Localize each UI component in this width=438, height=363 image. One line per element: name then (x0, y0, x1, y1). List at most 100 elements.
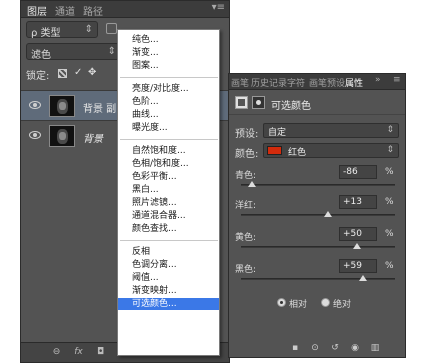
menu-separator (120, 139, 218, 140)
preset-label: 预设: (235, 129, 259, 140)
trash-icon[interactable]: ▥ (369, 343, 381, 354)
visibility-eye-icon[interactable] (29, 101, 41, 109)
collapse-icon[interactable]: » (375, 75, 381, 85)
visibility-eye-icon[interactable]: ◉ (349, 343, 361, 354)
slider-value-input[interactable]: +13 (339, 195, 377, 209)
slider-track[interactable] (241, 246, 395, 248)
slider-thumb[interactable] (247, 181, 256, 187)
adjustment-layer-icon (235, 96, 248, 109)
slider-unit: % (385, 261, 394, 271)
menu-item[interactable]: 渐变... (118, 47, 219, 59)
mask-icon[interactable]: ◘ (95, 347, 106, 358)
layer-name: 背景 副 (83, 104, 117, 115)
menu-item[interactable]: 色相/饱和度... (118, 158, 219, 170)
tab-character[interactable]: 字符 (287, 76, 305, 89)
menu-item[interactable]: 曲线... (118, 109, 219, 121)
absolute-label: 绝对 (333, 300, 352, 310)
brush-lock-icon[interactable]: ✓ (74, 67, 82, 78)
tab-brush-presets[interactable]: 画笔预设 (309, 76, 345, 89)
slider-value-input[interactable]: +59 (339, 259, 377, 273)
menu-item[interactable]: 通道混合器... (118, 210, 219, 222)
chevron-updown-icon: ⇕ (107, 46, 116, 57)
adjustment-layer-menu: 纯色... 渐变... 图案... 亮度/对比度... 色阶... 曲线... 曝光度...… (117, 29, 220, 356)
lock-transparency-icon[interactable] (58, 69, 67, 78)
menu-item[interactable]: 色彩平衡... (118, 171, 219, 183)
menu-item[interactable]: 可选颜色... (118, 298, 219, 310)
clip-to-layer-icon[interactable]: ▪ (289, 343, 301, 354)
chevron-updown-icon: ⇕ (386, 125, 394, 135)
slider-label: 黄色: (235, 233, 257, 243)
slider-thumb[interactable] (352, 243, 361, 249)
slider-track[interactable] (241, 184, 395, 186)
properties-title: 可选颜色 (271, 101, 311, 112)
chevron-updown-icon: ⇕ (84, 24, 93, 35)
properties-panel: 画笔 历史记录 字符 画笔预设 属性 » ≡ 可选颜色 预设: 自定 ⇕ 颜色:… (228, 73, 406, 358)
slider-value-input[interactable]: -86 (339, 165, 377, 179)
tab-channels[interactable]: 通道 (55, 3, 75, 18)
blend-mode-value: 滤色 (31, 50, 51, 61)
slider-thumb[interactable] (359, 275, 368, 281)
lock-label: 锁定: (26, 71, 50, 82)
properties-tab-bar: 画笔 历史记录 字符 画笔预设 属性 » ≡ (229, 74, 405, 90)
slider-unit: % (385, 197, 394, 207)
menu-separator (120, 240, 218, 241)
menu-item[interactable]: 自然饱和度... (118, 145, 219, 157)
properties-footer: ▪ ⊙ ↺ ◉ ▥ (229, 341, 405, 357)
colors-label: 颜色: (235, 149, 259, 160)
slider-track[interactable] (241, 278, 395, 280)
menu-item[interactable]: 反相 (118, 246, 219, 258)
fx-icon[interactable]: fx (73, 347, 84, 358)
panel-menu-icon[interactable]: ≡ (393, 75, 401, 85)
slider-unit: % (385, 167, 394, 177)
slider-thumb[interactable] (324, 211, 332, 217)
slider-label: 洋红: (235, 201, 257, 211)
menu-item[interactable]: 黑白... (118, 184, 219, 196)
preset-value: 自定 (268, 128, 287, 138)
slider-track[interactable] (241, 214, 395, 216)
colors-select[interactable]: 红色 ⇕ (263, 143, 399, 158)
filter-kind-value: ρ 类型 (31, 28, 61, 39)
color-swatch (267, 146, 282, 155)
menu-item[interactable]: 照片滤镜... (118, 197, 219, 209)
menu-item[interactable]: 渐变映射... (118, 285, 219, 297)
link-icon[interactable]: ⊖ (51, 347, 62, 358)
layer-thumbnail (49, 95, 75, 117)
filter-kind-select[interactable]: ρ 类型 ⇕ (26, 21, 98, 39)
method-radio-group: 相对 绝对 (229, 296, 405, 310)
menu-item[interactable]: 阈值... (118, 272, 219, 284)
tab-brush[interactable]: 画笔 (231, 76, 249, 89)
layers-tab-bar: 图层 通道 路径 ▾≡ (21, 1, 229, 18)
menu-item[interactable]: 颜色查找... (118, 223, 219, 235)
menu-item[interactable]: 色阶... (118, 96, 219, 108)
layer-thumbnail (49, 125, 75, 147)
menu-item[interactable]: 图案... (118, 60, 219, 72)
menu-separator (120, 77, 218, 78)
slider-label: 黑色: (235, 265, 257, 275)
absolute-radio[interactable] (321, 298, 330, 307)
slider-value-input[interactable]: +50 (339, 227, 377, 241)
tab-paths[interactable]: 路径 (83, 3, 103, 18)
reset-icon[interactable]: ↺ (329, 343, 341, 354)
move-lock-icon[interactable]: ✥ (88, 67, 96, 78)
relative-radio[interactable] (277, 298, 286, 307)
menu-item[interactable]: 色调分离... (118, 259, 219, 271)
tab-history[interactable]: 历史记录 (251, 76, 287, 89)
properties-header: 可选颜色 (229, 91, 405, 115)
blend-mode-select[interactable]: 滤色 ⇕ (26, 43, 121, 61)
relative-label: 相对 (289, 300, 308, 310)
layer-mask-icon[interactable] (252, 96, 265, 109)
layer-name: 背景 (83, 134, 103, 145)
colors-value: 红色 (288, 148, 307, 158)
panel-menu-icon[interactable]: ▾≡ (212, 2, 225, 13)
pixel-filter-icon[interactable] (106, 23, 117, 34)
slider-label: 青色: (235, 171, 257, 181)
menu-item[interactable]: 纯色... (118, 34, 219, 46)
preset-select[interactable]: 自定 ⇕ (263, 123, 399, 138)
chevron-updown-icon: ⇕ (386, 145, 394, 155)
view-previous-icon[interactable]: ⊙ (309, 343, 321, 354)
visibility-eye-icon[interactable] (29, 131, 41, 139)
menu-item[interactable]: 曝光度... (118, 122, 219, 134)
tab-properties[interactable]: 属性 (345, 76, 363, 89)
tab-layers[interactable]: 图层 (27, 3, 47, 18)
menu-item[interactable]: 亮度/对比度... (118, 83, 219, 95)
